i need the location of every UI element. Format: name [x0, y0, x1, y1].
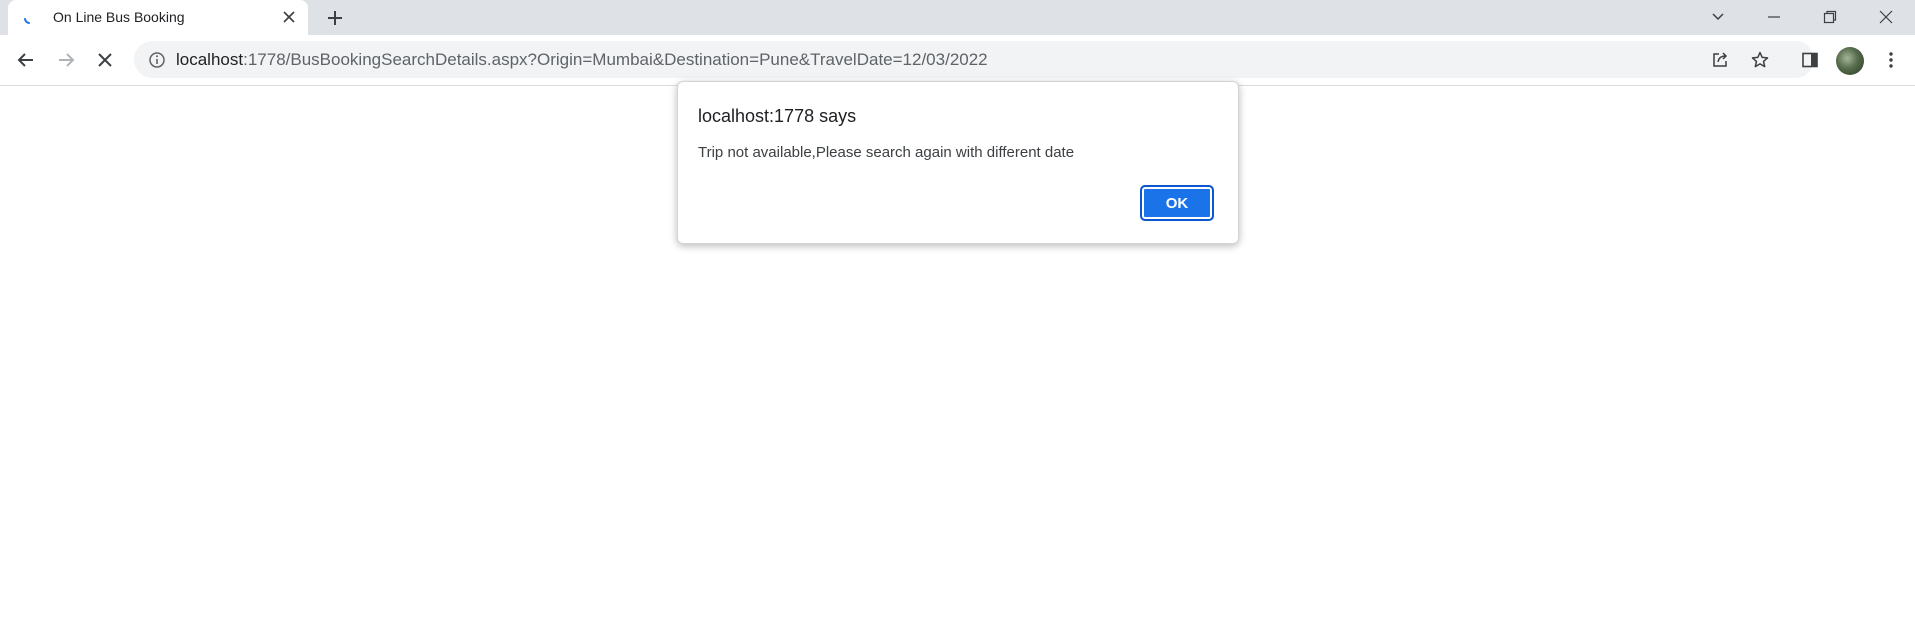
restore-icon[interactable] [1802, 0, 1858, 33]
alert-title: localhost:1778 says [698, 106, 857, 126]
side-panel-icon[interactable] [1798, 48, 1822, 72]
url-text[interactable]: localhost:1778/BusBookingSearchDetails.a… [176, 50, 988, 70]
tab-title: On Line Bus Booking [53, 9, 185, 25]
url-host: localhost [176, 50, 244, 69]
share-icon[interactable] [1710, 50, 1730, 70]
alert-dialog: localhost:1778 says Trip not available,P… [677, 81, 1239, 244]
site-info-icon[interactable] [148, 51, 166, 69]
browser-toolbar: localhost:1778/BusBookingSearchDetails.a… [0, 35, 1915, 86]
tab-search-chevron-down-icon[interactable] [1690, 0, 1746, 33]
profile-avatar[interactable] [1836, 47, 1864, 75]
bookmark-star-icon[interactable] [1750, 50, 1770, 70]
loading-spinner-icon [22, 10, 38, 26]
back-arrow-icon[interactable] [14, 48, 38, 72]
url-path: :1778/BusBookingSearchDetails.aspx?Origi… [243, 50, 988, 69]
ok-button[interactable]: OK [1140, 185, 1214, 221]
more-menu-icon[interactable] [1879, 48, 1903, 72]
tab-strip: On Line Bus Booking [0, 0, 1915, 35]
alert-message: Trip not available,Please search again w… [698, 144, 1075, 161]
minimize-icon[interactable] [1746, 0, 1802, 33]
new-tab-icon[interactable] [324, 7, 346, 29]
close-tab-icon[interactable] [280, 8, 298, 26]
stop-loading-icon[interactable] [93, 48, 117, 72]
address-bar[interactable]: localhost:1778/BusBookingSearchDetails.a… [134, 41, 1814, 78]
forward-arrow-icon[interactable] [54, 48, 78, 72]
browser-tab[interactable]: On Line Bus Booking [8, 0, 308, 35]
close-window-icon[interactable] [1858, 0, 1914, 33]
